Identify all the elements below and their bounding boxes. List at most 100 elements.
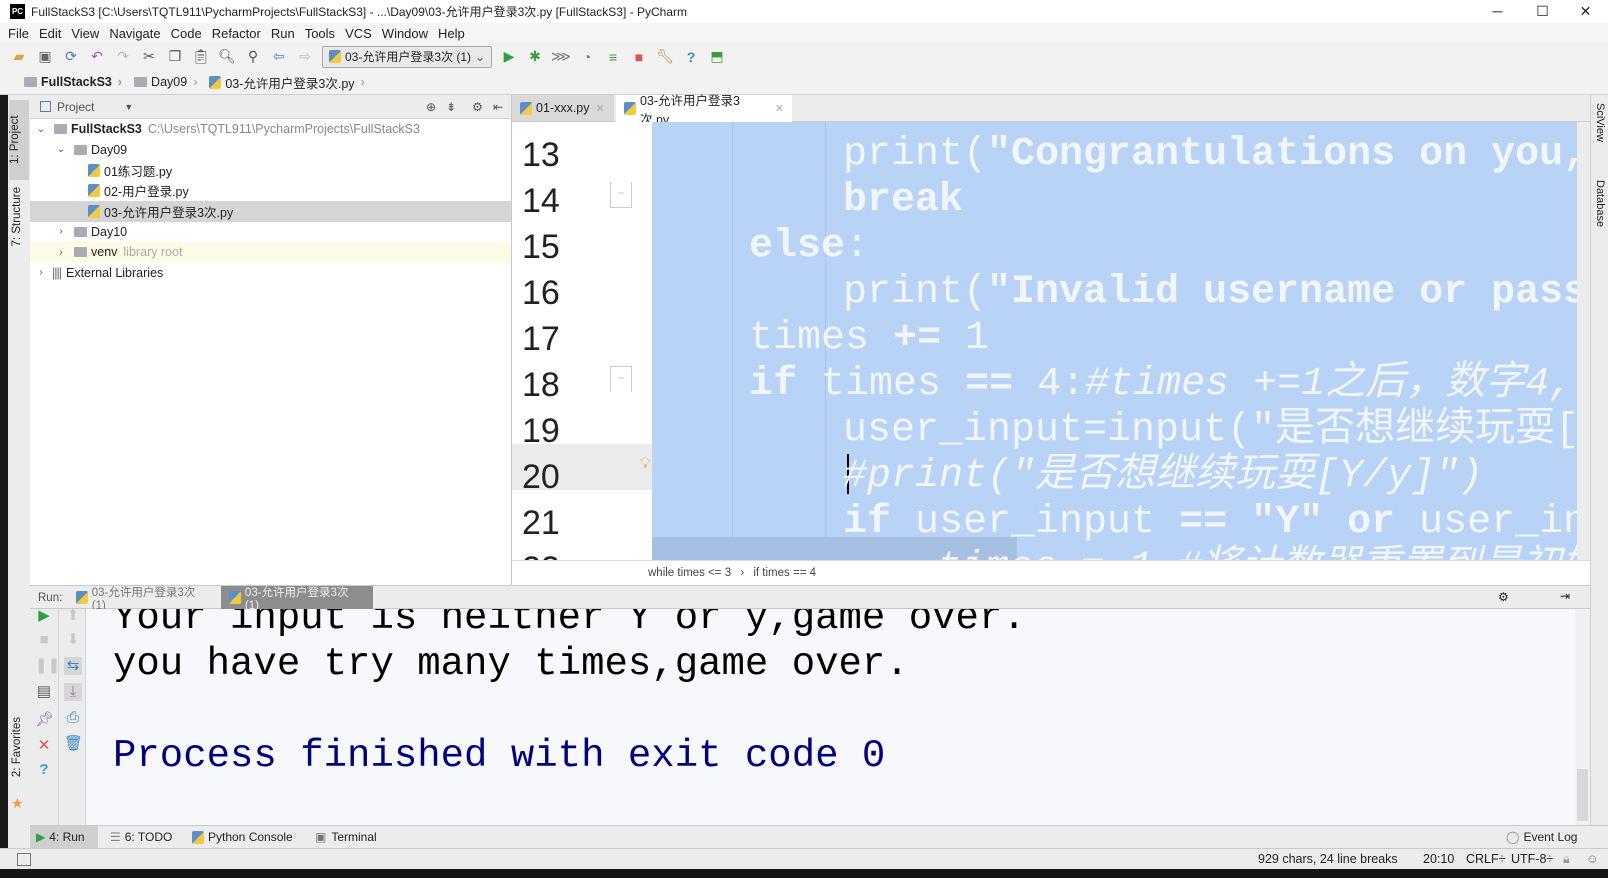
file-encoding[interactable]: UTF-8÷ [1511,852,1553,866]
pause-icon[interactable]: ❚❚ [35,657,60,675]
code-line[interactable]: break [843,178,963,224]
chevron-right-icon[interactable]: › [54,226,68,237]
chevron-right-icon[interactable]: › [54,247,68,258]
paste-icon[interactable]: 📋︎ [192,48,210,66]
chevron-down-icon[interactable]: ⌄ [34,124,48,135]
code-line[interactable]: #print("是否想继续玩耍[Y/y]") [843,454,1483,500]
back-icon[interactable]: ⇦ [270,48,288,66]
code-line[interactable]: times += 1 [749,316,989,362]
code-line[interactable]: if times == 4:#times +=1之后，数字4, [749,362,1573,408]
breadcrumb-file[interactable]: 03-允许用户登录3次.py [203,73,370,92]
menu-tools[interactable]: Tools [305,26,335,41]
line-separator[interactable]: CRLF÷ [1466,852,1506,866]
stop-icon[interactable]: ■ [630,48,648,66]
tool-favorites[interactable]: 2: Favorites [11,717,23,777]
tree-item[interactable]: 01练习题.py [30,160,511,181]
run-tab-2[interactable]: 03-允许用户登录3次 (1) [221,586,373,612]
code-line[interactable]: else: [749,224,869,270]
code-line[interactable]: times = 1 #将计数器重置到最初始 [937,546,1577,560]
gear-icon[interactable]: ⚙ [1498,590,1509,604]
tool-todo[interactable]: ☰ 6: TODO [104,826,178,848]
tree-item[interactable]: › |||| External Libraries [30,263,511,284]
tree-root[interactable]: ⌄ FullStackS3 C:\Users\TQTL911\PycharmProj… [30,119,511,140]
tool-project[interactable]: 1: Project [9,100,29,180]
toggle-tool-windows-icon[interactable] [17,853,31,866]
tree-item[interactable]: 02-用户登录.py [30,181,511,202]
tool-database[interactable]: Database [1594,180,1606,227]
rerun-icon[interactable]: ▶ [35,607,53,625]
run-tab-1[interactable]: 03-允许用户登录3次 (1) [68,586,218,612]
run-icon[interactable]: ▶ [500,48,518,66]
tab-03-login[interactable]: 03-允许用户登录3次.py ✕ [616,94,792,127]
lightbulb-icon[interactable]: 💡︎ [640,455,651,472]
replace-icon[interactable]: ⚲ [244,48,262,66]
chevron-right-icon[interactable]: › [34,267,48,278]
code-line[interactable]: if user_input == "Y" or user_in [843,500,1577,546]
tab-01-xxx[interactable]: 01-xxx.py ✕ [512,95,614,121]
forward-icon[interactable]: ⇨ [296,48,314,66]
copy-icon[interactable]: ❐ [166,48,184,66]
run-coverage-icon[interactable]: ⋙ [551,48,571,66]
menu-code[interactable]: Code [171,26,202,41]
locate-icon[interactable]: ⊕ [426,100,436,114]
breadcrumb-folder[interactable]: Day09 [128,75,203,89]
cut-icon[interactable]: ✂ [140,48,158,66]
close-icon[interactable]: ✕ [35,737,53,755]
breadcrumb-project[interactable]: FullStackS3 [18,75,128,89]
find-icon[interactable]: 🔍︎ [218,48,236,66]
menu-file[interactable]: File [8,26,29,41]
minimize-button[interactable]: ─ [1475,0,1520,23]
close-tab-icon[interactable]: ✕ [775,102,784,115]
inspector-icon[interactable]: ☺ [1586,852,1599,866]
scroll-to-end-icon[interactable]: ⤓ [64,683,82,701]
debug-icon[interactable]: ✱ [526,48,544,66]
trash-icon[interactable]: 🗑︎ [64,735,83,753]
event-log-button[interactable]: ◯ Event Log [1500,826,1583,848]
hide-icon[interactable]: ⇤ [493,100,503,114]
undo-icon[interactable]: ↶ [88,48,106,66]
close-tab-icon[interactable]: ✕ [596,102,605,115]
tool-terminal[interactable]: ▣ Terminal [309,826,383,848]
settings-icon[interactable]: 🔧︎ [656,48,674,66]
layout-icon[interactable]: ▤ [35,683,53,701]
code-line[interactable]: print("Invalid username or pass [843,270,1577,316]
console-scrollbar[interactable] [1575,609,1590,825]
lock-icon[interactable]: 🔒︎ [1563,852,1570,867]
tool-sciview[interactable]: SciView [1594,103,1606,142]
help-icon[interactable]: ? [682,48,700,66]
menu-navigate[interactable]: Navigate [109,26,160,41]
concurrency-icon[interactable]: ≡ [604,48,622,66]
menu-view[interactable]: View [71,26,99,41]
close-button[interactable]: ✕ [1563,0,1608,23]
menu-run[interactable]: Run [271,26,295,41]
code-line[interactable]: user_input=input("是否想继续玩耍[ [843,408,1577,454]
code-editor[interactable]: print("Congrantulations on you, break else… [652,122,1577,560]
print-icon[interactable]: ⎙ [64,709,82,727]
project-view-label[interactable]: Project [57,100,94,114]
tree-item[interactable]: › venv library root [30,242,511,263]
caret-position[interactable]: 20:10 [1423,852,1454,866]
fold-end-marker[interactable]: − [610,182,632,208]
menu-edit[interactable]: Edit [39,26,61,41]
fold-marker[interactable]: − [610,366,632,392]
stop-icon[interactable]: ■ [35,631,53,649]
hide-panel-icon[interactable]: ⇥ [1560,589,1570,603]
soft-wrap-icon[interactable]: ⇆ [64,657,82,675]
run-console[interactable]: Your input is neither Y or y,game over. y… [86,609,1575,825]
code-line[interactable]: print("Congrantulations on you, [843,132,1577,178]
redo-icon[interactable]: ↷ [114,48,132,66]
maximize-button[interactable]: ☐ [1520,0,1565,23]
gear-icon[interactable]: ⚙ [472,100,483,114]
sync-icon[interactable]: ⟳ [62,48,80,66]
profile-icon[interactable]: ◔ [578,48,596,66]
menu-window[interactable]: Window [382,26,428,41]
tree-item[interactable]: 03-允许用户登录3次.py [30,201,511,222]
tree-item[interactable]: › Day10 [30,222,511,243]
tree-item[interactable]: ⌄ Day09 [30,140,511,161]
tool-run[interactable]: ▶ 4: Run [30,826,98,848]
menu-refactor[interactable]: Refactor [212,26,261,41]
chevron-down-icon[interactable]: ▼ [124,102,133,112]
open-folder-icon[interactable]: ▰ [10,48,28,66]
code-crumb-if[interactable]: if times == 4 [753,567,816,579]
menu-vcs[interactable]: VCS [345,26,372,41]
